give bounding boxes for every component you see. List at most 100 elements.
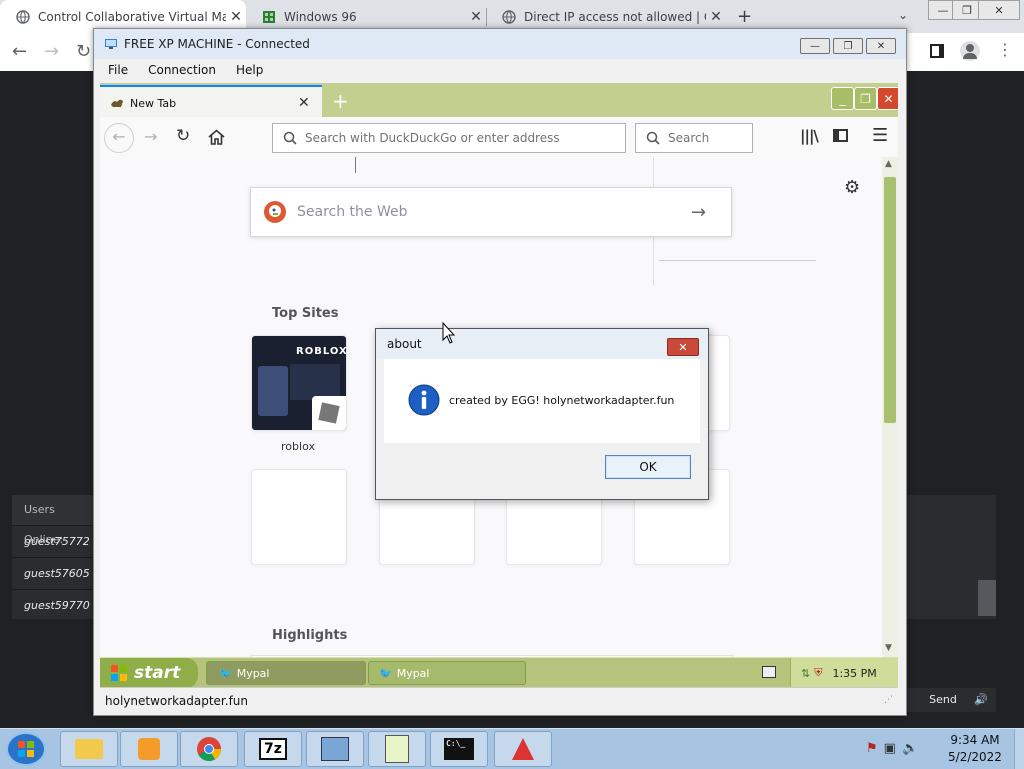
- reload-icon[interactable]: ↻: [76, 41, 91, 62]
- profile-avatar[interactable]: [960, 41, 980, 61]
- xp-start-button[interactable]: start: [100, 658, 198, 688]
- forward-arrow-icon[interactable]: →: [44, 41, 59, 62]
- windows-logo-icon: [18, 741, 34, 757]
- top-site-label[interactable]: roblox: [250, 440, 346, 453]
- close-icon[interactable]: ✕: [466, 9, 486, 25]
- gear-icon[interactable]: ⚙: [844, 177, 860, 198]
- sevenzip-icon: 7z: [259, 738, 287, 760]
- sidebar-icon[interactable]: [833, 129, 848, 142]
- users-online-panel: Users Online: guest75772 guest57605 gues…: [12, 495, 94, 619]
- address-placeholder: Search with DuckDuckGo or enter address: [305, 131, 560, 145]
- volume-icon[interactable]: 🔈: [902, 741, 924, 756]
- network-tray-icon[interactable]: ⇅: [801, 667, 810, 680]
- show-desktop-button[interactable]: [1014, 729, 1024, 769]
- close-icon[interactable]: ✕: [298, 95, 322, 111]
- close-icon[interactable]: ✕: [667, 338, 699, 356]
- close-window-icon[interactable]: ✕: [978, 0, 1020, 20]
- side-panel-icon[interactable]: [930, 44, 944, 58]
- taskbar-7zip[interactable]: 7z: [244, 731, 302, 767]
- taskbar-cmd[interactable]: C:\_: [430, 731, 488, 767]
- scroll-down-icon[interactable]: ▼: [885, 643, 892, 653]
- address-bar[interactable]: Search with DuckDuckGo or enter address: [272, 123, 626, 153]
- media-player-icon: [138, 738, 160, 760]
- taskbar-media-player[interactable]: [120, 731, 178, 767]
- vm-minimize-icon[interactable]: —: [800, 38, 830, 54]
- close-icon[interactable]: ✕: [226, 9, 246, 25]
- chrome-icon: [197, 737, 221, 762]
- vm-menu-bar: File Connection Help: [94, 59, 906, 81]
- search-box[interactable]: Search: [635, 123, 753, 153]
- win7-clock[interactable]: 9:34 AM 5/2/2022: [940, 732, 1010, 766]
- tab-search-chevron-icon[interactable]: ⌄: [898, 8, 908, 22]
- folder-icon: [75, 739, 103, 759]
- library-icon[interactable]: |||\: [800, 127, 819, 145]
- taskbar-java[interactable]: [494, 731, 552, 767]
- new-tab-button[interactable]: +: [737, 6, 752, 27]
- firefox-tab-bar: New Tab ✕ + _ ❐ ✕: [100, 83, 898, 119]
- flag-icon[interactable]: ⚑: [866, 741, 884, 756]
- forward-arrow-icon[interactable]: →: [144, 127, 157, 146]
- xp-maximize-icon[interactable]: ❐: [854, 87, 877, 110]
- chrome-tab-title: Direct IP access not allowed | Clo: [524, 9, 706, 24]
- vm-close-icon[interactable]: ✕: [866, 38, 896, 54]
- taskbar-network[interactable]: [306, 731, 364, 767]
- vm-maximize-icon[interactable]: ❐: [833, 38, 863, 54]
- kebab-menu-icon[interactable]: ⋮: [997, 40, 1013, 59]
- taskbar-notepad[interactable]: [368, 731, 426, 767]
- firefox-tab-new-tab[interactable]: New Tab ✕: [100, 85, 322, 119]
- globe-icon: [16, 9, 30, 24]
- notepad-icon: [385, 735, 409, 763]
- vm-window-title: FREE XP MACHINE - Connected: [124, 37, 310, 51]
- xp-taskbar-button-mypal[interactable]: 🐦 Mypal: [368, 661, 526, 685]
- user-list-item[interactable]: guest75772: [12, 525, 94, 557]
- menu-connection[interactable]: Connection: [148, 63, 216, 77]
- arrow-right-icon[interactable]: →: [691, 202, 731, 223]
- reload-icon[interactable]: ↻: [176, 126, 190, 146]
- taskbar-explorer[interactable]: [60, 731, 118, 767]
- render-artifact-line: [659, 260, 816, 261]
- user-list-item[interactable]: guest57605: [12, 557, 94, 589]
- mypal-icon: 🐦: [219, 666, 233, 680]
- vm-title-bar: FREE XP MACHINE - Connected: [94, 29, 906, 59]
- back-arrow-icon[interactable]: ←: [104, 123, 134, 153]
- menu-file[interactable]: File: [108, 63, 128, 77]
- taskbar-chrome[interactable]: [180, 731, 238, 767]
- chat-scrollbar-thumb[interactable]: [978, 580, 996, 616]
- hamburger-menu-icon[interactable]: ☰: [872, 125, 888, 146]
- keyboard-icon[interactable]: [762, 666, 776, 678]
- back-arrow-icon[interactable]: ←: [12, 41, 27, 62]
- page-scrollbar-thumb[interactable]: [884, 177, 896, 423]
- ddg-search-box[interactable]: Search the Web →: [250, 187, 732, 237]
- roblox-screenshot-art: [258, 366, 288, 416]
- top-sites-heading: Top Sites: [272, 306, 339, 321]
- windows-logo-icon: [111, 665, 127, 681]
- xp-system-tray: ⇅ ⛨ 1:35 PM: [790, 658, 898, 688]
- send-button[interactable]: Send: [918, 688, 968, 712]
- windows96-icon: [263, 10, 275, 23]
- xp-taskbar-button-mypal[interactable]: 🐦 Mypal: [206, 661, 366, 685]
- roblox-screenshot-form: [290, 364, 340, 400]
- scroll-up-icon[interactable]: ▲: [885, 159, 892, 169]
- menu-help[interactable]: Help: [236, 63, 263, 77]
- xp-close-icon[interactable]: ✕: [877, 87, 898, 110]
- close-icon[interactable]: ✕: [706, 9, 726, 25]
- user-list-item[interactable]: guest59770: [12, 589, 94, 621]
- clock-date: 5/2/2022: [948, 750, 1002, 764]
- network-icon[interactable]: ▣: [884, 741, 902, 756]
- cmd-icon: C:\_: [444, 738, 474, 760]
- resize-grip-icon[interactable]: ⋰: [884, 695, 893, 705]
- top-site-tile-roblox[interactable]: ROBLOX: [251, 335, 347, 431]
- info-icon: [408, 384, 440, 416]
- volume-icon[interactable]: 🔊: [968, 688, 994, 712]
- about-dialog-title-bar: about: [376, 329, 708, 359]
- xp-minimize-icon[interactable]: _: [831, 87, 854, 110]
- home-icon[interactable]: [208, 129, 225, 145]
- avatar-head: [966, 44, 974, 52]
- java-icon: [512, 738, 534, 760]
- about-dialog: about ✕ created by EGG! holynetworkadapt…: [375, 328, 709, 500]
- shield-icon[interactable]: ⛨: [814, 666, 822, 680]
- ok-button[interactable]: OK: [605, 455, 691, 479]
- top-site-tile[interactable]: [251, 469, 347, 565]
- win7-start-orb[interactable]: [6, 732, 46, 766]
- firefox-new-tab-button[interactable]: +: [332, 89, 349, 113]
